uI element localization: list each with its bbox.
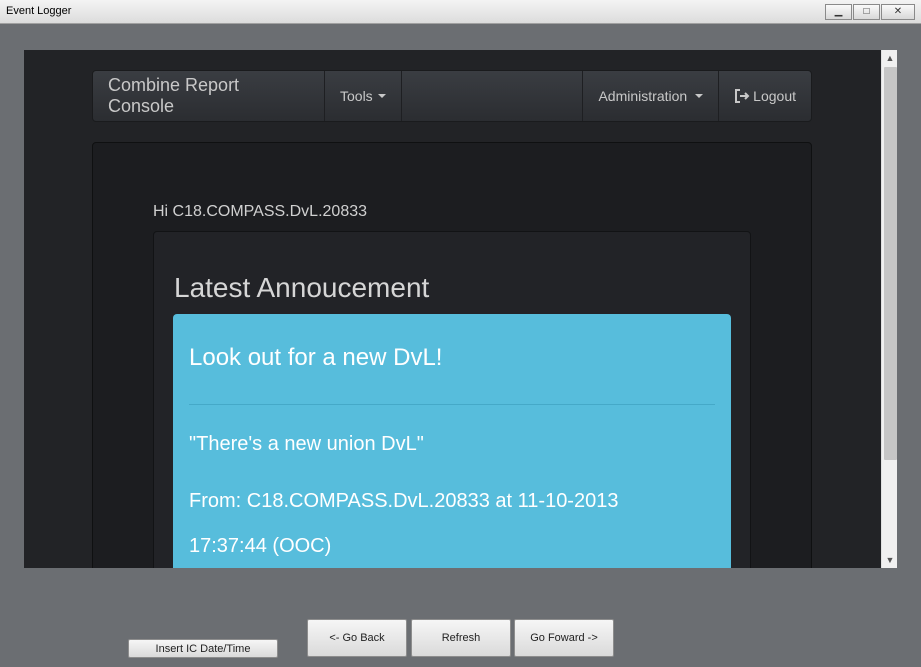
close-icon[interactable]: ✕ (881, 4, 915, 20)
announcement-from-line: From: C18.COMPASS.DvL.20833 at 11-10-201… (189, 490, 619, 512)
window-title: Event Logger (6, 5, 72, 17)
announcement-heading: Look out for a new DvL! (189, 344, 443, 371)
announcement-body: "There's a new union DvL" (189, 433, 424, 455)
greeting-text: Hi C18.COMPASS.DvL.20833 (153, 203, 368, 220)
main-panel: Hi C18.COMPASS.DvL.20833 Latest Annoucem… (92, 142, 812, 568)
section-title: Latest Annoucement (174, 272, 430, 303)
scroll-up-icon[interactable]: ▲ (882, 50, 898, 66)
announcement-time-line: 17:37:44 (OOC) (189, 535, 332, 557)
nav-logout[interactable]: Logout (719, 71, 811, 121)
minimize-icon[interactable]: ▁ (825, 4, 852, 20)
caret-down-icon (377, 94, 386, 98)
maximize-icon[interactable]: □ (853, 4, 880, 20)
scrollbar-thumb[interactable] (884, 67, 897, 460)
divider (189, 404, 715, 405)
navbar-brand[interactable]: Combine Report Console (93, 71, 325, 121)
navbar: Combine Report Console Tools Administrat… (92, 70, 812, 122)
nav-administration-dropdown[interactable]: Administration (583, 71, 720, 121)
web-view: Combine Report Console Tools Administrat… (24, 50, 897, 568)
window-controls: ▁ □ ✕ (824, 4, 915, 20)
navbar-spacer (402, 71, 584, 121)
announcement-from: From: C18.COMPASS.DvL.20833 at 11-10-201… (189, 479, 715, 568)
nav-tools-label: Tools (340, 88, 373, 104)
caret-down-icon (695, 94, 704, 98)
announcement-alert: Look out for a new DvL! "There's a new u… (173, 314, 731, 568)
refresh-button[interactable]: Refresh (411, 619, 511, 657)
go-forward-button[interactable]: Go Foward -> (514, 619, 614, 657)
announcement-well: Latest Annoucement Look out for a new Dv… (153, 231, 751, 568)
go-back-button[interactable]: <- Go Back (307, 619, 407, 657)
logout-icon (734, 89, 750, 103)
vertical-scrollbar[interactable]: ▲ ▼ (881, 50, 897, 568)
insert-ic-datetime-button[interactable]: Insert IC Date/Time (128, 639, 278, 658)
scroll-down-icon[interactable]: ▼ (882, 552, 898, 568)
nav-administration-label: Administration (598, 88, 688, 104)
window-titlebar: Event Logger ▁ □ ✕ (0, 0, 921, 24)
nav-tools-dropdown[interactable]: Tools (325, 71, 402, 121)
nav-logout-label: Logout (753, 88, 796, 104)
